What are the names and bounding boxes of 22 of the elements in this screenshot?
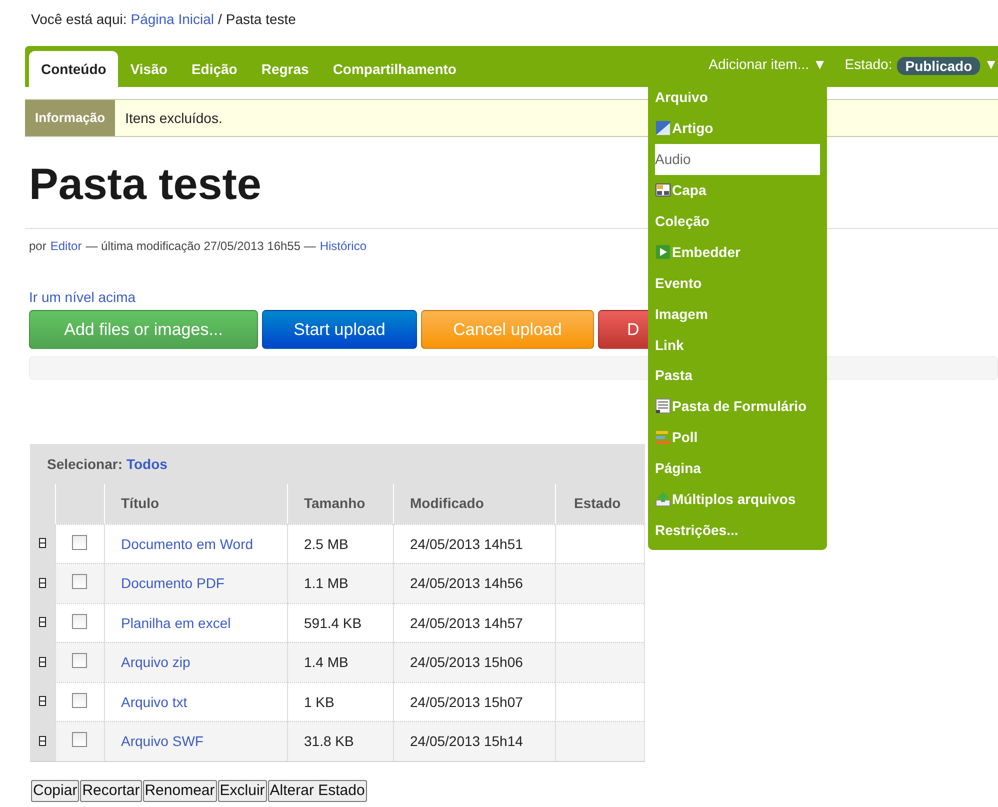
table-cell: 1.4 MB [287, 642, 393, 682]
byline-prefix: por [29, 239, 46, 253]
table-cell: 1 KB [287, 682, 393, 721]
table-cell: 24/05/2013 15h07 [393, 682, 555, 721]
table-cell: 24/05/2013 14h57 [393, 602, 555, 642]
table-cell: 1.1 MB [287, 563, 393, 602]
table-cell: 24/05/2013 15h06 [393, 642, 555, 682]
table-cell: 2.5 MB [287, 524, 393, 563]
select-label: Selecionar: [47, 456, 122, 472]
table-cell: 24/05/2013 14h51 [393, 524, 555, 563]
page-title: Pasta teste [29, 159, 262, 211]
message-text: Itens excluídos. [124, 109, 222, 128]
modified-text: — última modificação 27/05/2013 16h55 — [86, 239, 316, 253]
table-cell: 24/05/2013 14h56 [393, 563, 555, 602]
breadcrumb-label: Você está aqui: [31, 11, 127, 29]
table-cell: 31.8 KB [287, 721, 393, 760]
breadcrumb-current: Pasta teste [226, 11, 296, 29]
table-cell: 24/05/2013 15h14 [393, 721, 555, 760]
breadcrumb-separator: / [218, 11, 222, 29]
message-label: Informação [25, 100, 116, 136]
state-label: Estado: [844, 55, 894, 74]
table-cell: 591.4 KB [287, 602, 393, 642]
